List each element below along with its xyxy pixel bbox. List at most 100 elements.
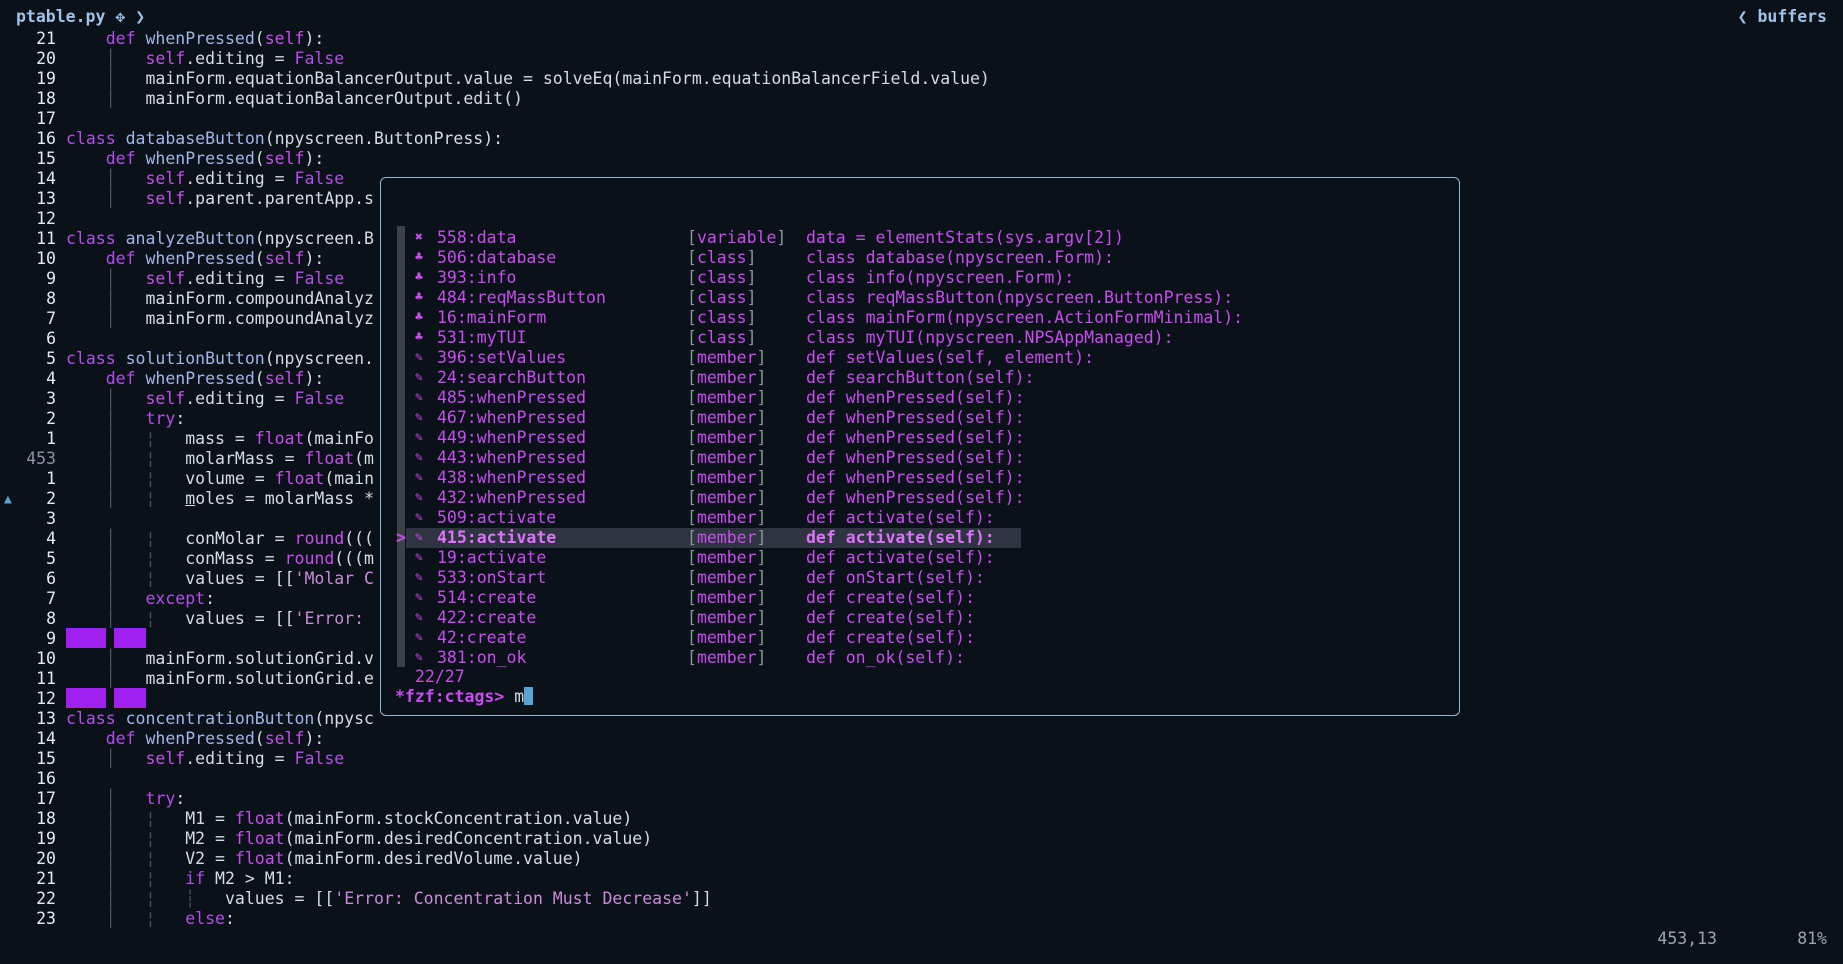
code-line[interactable]: 17 │ try: [0, 789, 1843, 809]
code-line[interactable]: 16 class databaseButton(npyscreen.ButtonP… [0, 129, 1843, 149]
fzf-result-item[interactable]: ✎ 422:create [member] def create(self): [381, 608, 1461, 628]
search-input[interactable]: m [514, 687, 524, 706]
code-line[interactable]: 20 │ ¦ V2 = float(mainForm.desiredVolume… [0, 849, 1843, 869]
code-text: │ ¦ V2 = float(mainForm.desiredVolume.va… [105, 849, 583, 868]
fzf-result-item[interactable]: ♣ 393:info [class] class info(npyscreen.For… [381, 268, 1461, 288]
code-line[interactable]: 16 [0, 769, 1843, 789]
line-number: 12 [36, 689, 56, 708]
code-line[interactable]: 15 │ self.editing = False [0, 749, 1843, 769]
selection-marker: > [396, 528, 406, 547]
line-number: 23 [36, 909, 56, 928]
line-number: 5 [46, 349, 56, 368]
code-text: def whenPressed(self): [105, 29, 325, 48]
fzf-result-item[interactable]: ✎ 432:whenPressed [member] def whenPressed(… [381, 488, 1461, 508]
symbol-name: 531:myTUI [437, 328, 527, 347]
symbol-kind-icon: ✎ [415, 610, 423, 625]
line-number: 14 [36, 169, 56, 188]
fzf-result-item[interactable]: ♣ 484:reqMassButton [class] class reqMassBu… [381, 288, 1461, 308]
fzf-result-item[interactable]: ✎ 533:onStart [member] def onStart(self): [381, 568, 1461, 588]
buffers-tab[interactable]: ❮ buffers [1738, 6, 1827, 28]
code-text: │ ¦ mass = float(mainFo [105, 429, 374, 448]
code-line[interactable]: 20 │ self.editing = False [0, 49, 1843, 69]
fzf-result-item[interactable]: ✎ 509:activate [member] def activate(self): [381, 508, 1461, 528]
code-line[interactable]: 15 def whenPressed(self): [0, 149, 1843, 169]
fzf-result-item[interactable]: ✎ 24:searchButton [member] def searchButton… [381, 368, 1461, 388]
code-text: │ mainForm.equationBalancerOutput.value … [105, 69, 990, 88]
line-number: 21 [36, 869, 56, 888]
fzf-result-item[interactable]: ✖ 558:data [variable] data = elementStats(s… [381, 228, 1461, 248]
line-number: 7 [46, 309, 56, 328]
code-text: def whenPressed(self): [105, 729, 325, 748]
symbol-signature: def on_ok(self): [806, 648, 965, 667]
symbol-signature: class mainForm(npyscreen.ActionFormMinim… [806, 308, 1244, 327]
fzf-result-item[interactable]: > ✎ 415:activate [member] def activate(self)… [381, 528, 1461, 548]
code-text: │ mainForm.solutionGrid.v [105, 649, 374, 668]
code-line[interactable]: 18 │ mainForm.equationBalancerOutput.edi… [0, 89, 1843, 109]
symbol-kind-icon: ✎ [415, 470, 423, 485]
symbol-signature: def activate(self): [806, 528, 995, 547]
fzf-result-item[interactable]: ✎ 443:whenPressed [member] def whenPressed(… [381, 448, 1461, 468]
code-line[interactable]: 21 def whenPressed(self): [0, 29, 1843, 49]
code-line[interactable]: 21 │ ¦ if M2 > M1: [0, 869, 1843, 889]
fzf-result-item[interactable]: ✎ 438:whenPressed [member] def whenPressed(… [381, 468, 1461, 488]
code-text: │ ¦ if M2 > M1: [105, 869, 295, 888]
code-text: │ self.editing = False [105, 169, 345, 188]
indent-marker [114, 628, 146, 648]
code-text: class databaseButton(npyscreen.ButtonPre… [66, 129, 504, 148]
line-number: 1 [46, 429, 56, 448]
code-line[interactable]: 18 │ ¦ M1 = float(mainForm.stockConcentr… [0, 809, 1843, 829]
code-line[interactable]: 23 │ ¦ else: [0, 909, 1843, 929]
symbol-name: 449:whenPressed [437, 428, 587, 447]
fzf-result-item[interactable]: ♣ 506:database [class] class database(npysc… [381, 248, 1461, 268]
symbol-name: 432:whenPressed [437, 488, 587, 507]
line-number: 11 [36, 669, 56, 688]
code-text: │ try: [105, 789, 186, 808]
chevron-right-icon: ❯ [135, 7, 146, 26]
symbol-kind-icon: ♣ [415, 310, 423, 325]
line-number: 6 [46, 329, 56, 348]
symbol-kind-icon: ♣ [415, 270, 423, 285]
fzf-ctags-popup[interactable]: ✖ 558:data [variable] data = elementStats(s… [380, 177, 1460, 716]
symbol-kind: [class] [687, 268, 757, 287]
symbol-name: 485:whenPressed [437, 388, 587, 407]
symbol-signature: def create(self): [806, 588, 975, 607]
tab-filename[interactable]: ptable.py ✥ ❯ [16, 6, 145, 28]
fzf-result-item[interactable]: ✎ 449:whenPressed [member] def whenPressed(… [381, 428, 1461, 448]
symbol-kind-icon: ✎ [415, 590, 423, 605]
fzf-prompt[interactable]: *fzf:ctags> m [395, 687, 534, 706]
line-number: 1 [46, 469, 56, 488]
indent-marker [66, 628, 106, 648]
fzf-result-item[interactable]: ♣ 531:myTUI [class] class myTUI(npyscreen.N… [381, 328, 1461, 348]
code-line[interactable]: 17 [0, 109, 1843, 129]
fzf-result-item[interactable]: ♣ 16:mainForm [class] class mainForm(npyscr… [381, 308, 1461, 328]
match-count: 22/27 [415, 667, 465, 686]
fzf-result-item[interactable]: ✎ 467:whenPressed [member] def whenPressed(… [381, 408, 1461, 428]
fzf-result-item[interactable]: ✎ 514:create [member] def create(self): [381, 588, 1461, 608]
code-text: def whenPressed(self): [105, 149, 325, 168]
line-number: 13 [36, 189, 56, 208]
line-number: 10 [36, 649, 56, 668]
code-text: │ self.editing = False [105, 389, 345, 408]
code-line[interactable]: 19 │ mainForm.equationBalancerOutput.val… [0, 69, 1843, 89]
fzf-result-item[interactable]: ✎ 42:create [member] def create(self): [381, 628, 1461, 648]
symbol-kind: [class] [687, 308, 757, 327]
code-text: │ mainForm.solutionGrid.e [105, 669, 374, 688]
symbol-kind: [member] [687, 588, 767, 607]
symbol-kind-icon: ✎ [415, 650, 423, 665]
line-number: 453 [26, 449, 56, 468]
symbol-signature: def activate(self): [806, 508, 995, 527]
symbol-signature: def whenPressed(self): [806, 488, 1025, 507]
symbol-signature: def whenPressed(self): [806, 428, 1025, 447]
fzf-result-item[interactable]: ✎ 19:activate [member] def activate(self): [381, 548, 1461, 568]
code-line[interactable]: 14 def whenPressed(self): [0, 729, 1843, 749]
code-text: │ self.editing = False [105, 49, 345, 68]
line-number: 10 [36, 249, 56, 268]
symbol-kind-icon: ♣ [415, 330, 423, 345]
fzf-result-item[interactable]: ✎ 485:whenPressed [member] def whenPressed(… [381, 388, 1461, 408]
code-line[interactable]: 19 │ ¦ M2 = float(mainForm.desiredConcen… [0, 829, 1843, 849]
fzf-result-item[interactable]: ✎ 381:on_ok [member] def on_ok(self): [381, 648, 1461, 668]
code-line[interactable]: 22 │ ¦ ┆ values = [['Error: Concentratio… [0, 889, 1843, 909]
code-text: │ mainForm.equationBalancerOutput.edit() [105, 89, 523, 108]
fzf-result-item[interactable]: ✎ 396:setValues [member] def setValues(self… [381, 348, 1461, 368]
symbol-name: 415:activate [437, 528, 557, 547]
